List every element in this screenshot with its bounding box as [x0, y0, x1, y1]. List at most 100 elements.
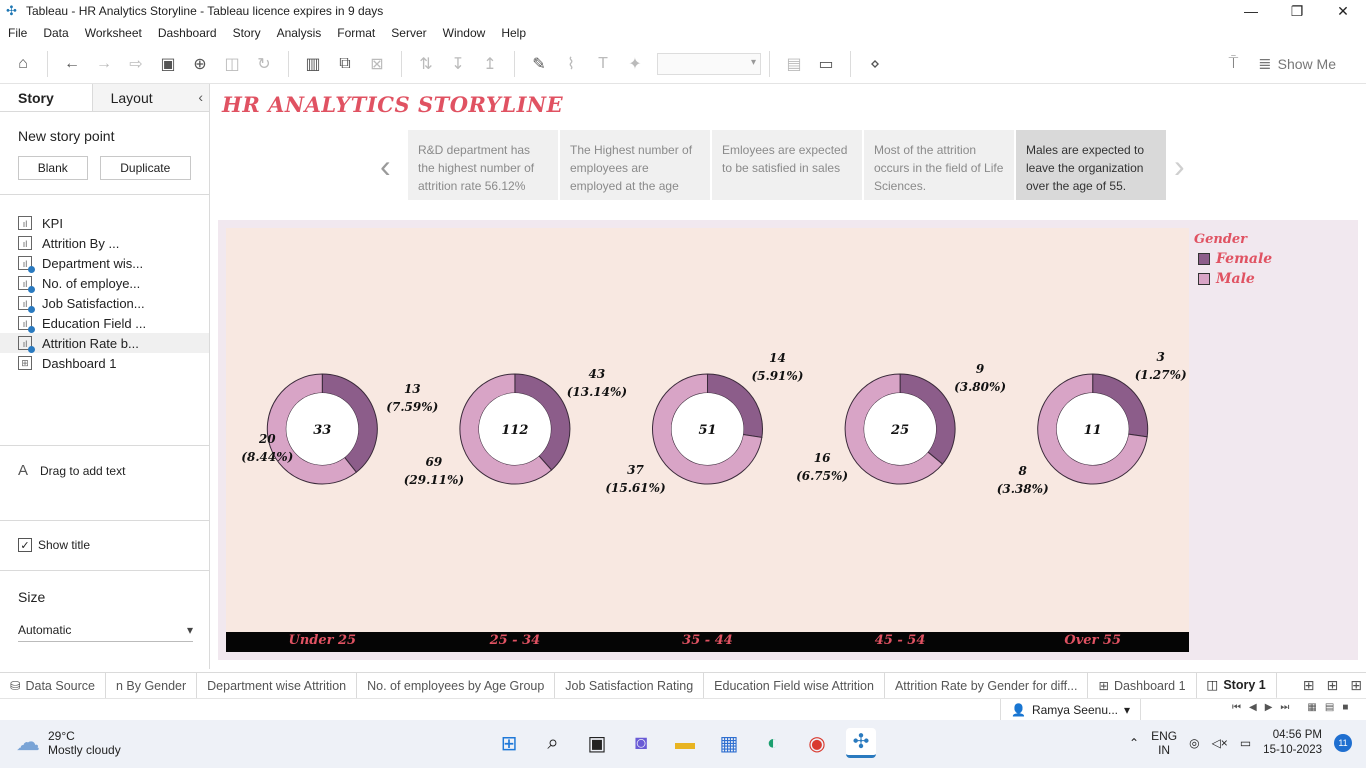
tab-job-satisfaction[interactable]: Job Satisfaction Rating — [555, 672, 705, 699]
battery-icon[interactable]: ▭ — [1240, 736, 1251, 750]
fit-icon[interactable]: ▤ — [781, 51, 807, 77]
list-item[interactable]: ıl Department wis... — [0, 253, 209, 273]
new-dashboard-icon[interactable]: ⊞ — [1327, 677, 1339, 694]
sort-asc-icon[interactable]: ↧ — [445, 51, 471, 77]
tableau-taskbar-icon[interactable]: ✣ — [846, 728, 876, 758]
list-view-icon[interactable]: ▤ — [1325, 702, 1334, 713]
next-sheet-icon[interactable]: ▶ — [1265, 702, 1273, 713]
menu-format[interactable]: Format — [329, 26, 383, 40]
list-item[interactable]: ıl Job Satisfaction... — [0, 293, 209, 313]
tab-department-wise-attrition[interactable]: Department wise Attrition — [197, 672, 358, 699]
windows-start-icon[interactable]: ⊞ — [494, 728, 524, 758]
next-story-point-icon[interactable]: › — [1174, 148, 1185, 185]
home-icon[interactable]: ⌂ — [10, 51, 36, 77]
list-item[interactable]: ıl KPI — [0, 213, 209, 233]
story-point-caption[interactable]: The Highest number of employees are empl… — [560, 130, 710, 200]
language-region[interactable]: IN — [1151, 743, 1177, 757]
chart-plot-area[interactable] — [226, 228, 1189, 632]
add-datasource-icon[interactable]: ⊕ — [187, 51, 213, 77]
filmstrip-view-icon[interactable]: ■ — [1342, 702, 1348, 713]
swap-icon[interactable]: ⇨ — [123, 51, 149, 77]
story-point-caption-selected[interactable]: Males are expected to leave the organiza… — [1016, 130, 1166, 200]
drag-text-item[interactable]: A Drag to add text — [18, 462, 125, 479]
size-dropdown[interactable]: Automatic — [18, 620, 193, 642]
network-icon[interactable]: ◎ — [1189, 736, 1199, 750]
legend-item-male[interactable]: Male — [1198, 271, 1272, 287]
show-title-checkbox[interactable]: ✓ Show title — [18, 538, 90, 552]
highlight-icon[interactable]: ✎ — [526, 51, 552, 77]
store-icon[interactable]: ▦ — [714, 728, 744, 758]
first-sheet-icon[interactable]: ⏮ — [1232, 702, 1241, 713]
prev-sheet-icon[interactable]: ◀ — [1249, 702, 1257, 713]
new-sheet-icon[interactable]: ▥ — [300, 51, 326, 77]
story-point-caption[interactable]: Most of the attrition occurs in the fiel… — [864, 130, 1014, 200]
task-view-icon[interactable]: ▣ — [582, 728, 612, 758]
notification-badge[interactable]: 11 — [1334, 734, 1352, 752]
tab-layout[interactable]: Layout ‹ — [91, 84, 209, 111]
list-item[interactable]: ıl No. of employe... — [0, 273, 209, 293]
pin-icon[interactable]: ✦ — [622, 51, 648, 77]
chat-icon[interactable]: ◙ — [626, 728, 656, 758]
grid-view-icon[interactable]: ▦ — [1307, 702, 1316, 713]
tab-education-field[interactable]: Education Field wise Attrition — [704, 672, 885, 699]
tab-attrition-by-gender[interactable]: n By Gender — [106, 672, 198, 699]
user-menu[interactable]: 👤 Ramya Seenu... ▾ — [1000, 699, 1142, 721]
story-point-caption[interactable]: R&D department has the highest number of… — [408, 130, 558, 200]
menu-analysis[interactable]: Analysis — [269, 26, 330, 40]
tab-attrition-rate-gender[interactable]: Attrition Rate by Gender for diff... — [885, 672, 1089, 699]
last-sheet-icon[interactable]: ⏭ — [1280, 702, 1289, 713]
list-item[interactable]: ıl Attrition Rate b... — [0, 333, 209, 353]
chevron-up-icon[interactable]: ⌃ — [1129, 736, 1139, 750]
show-me-button[interactable]: ⍑ ≣ Show Me — [1229, 54, 1336, 74]
restore-button[interactable]: ❐ — [1274, 0, 1320, 22]
duplicate-button[interactable]: Duplicate — [99, 156, 191, 180]
menu-worksheet[interactable]: Worksheet — [77, 26, 150, 40]
chevron-left-icon[interactable]: ‹ — [198, 89, 203, 105]
new-worksheet-icon[interactable]: ⊞ — [1303, 677, 1315, 694]
attach-icon[interactable]: ⌇ — [558, 51, 584, 77]
menu-server[interactable]: Server — [383, 26, 434, 40]
share-icon[interactable]: ⋄ — [862, 51, 888, 77]
menu-dashboard[interactable]: Dashboard — [150, 26, 225, 40]
legend-item-female[interactable]: Female — [1198, 251, 1272, 267]
duplicate-icon[interactable]: ⧉ — [332, 51, 358, 77]
menu-data[interactable]: Data — [35, 26, 76, 40]
menu-help[interactable]: Help — [493, 26, 534, 40]
save-icon[interactable]: ▣ — [155, 51, 181, 77]
menu-file[interactable]: File — [0, 26, 35, 40]
blank-button[interactable]: Blank — [18, 156, 88, 180]
prev-story-point-icon[interactable]: ‹ — [380, 148, 391, 185]
minimize-button[interactable]: — — [1228, 0, 1274, 22]
edge-icon[interactable]: ◐ — [758, 728, 788, 758]
tab-employees-by-age[interactable]: No. of employees by Age Group — [357, 672, 556, 699]
refresh-icon[interactable]: ↻ — [251, 51, 277, 77]
volume-icon[interactable]: ◁× — [1212, 736, 1228, 750]
pause-icon[interactable]: ◫ — [219, 51, 245, 77]
fit-dropdown[interactable] — [657, 52, 761, 75]
list-item[interactable]: ıl Attrition By ... — [0, 233, 209, 253]
menu-story[interactable]: Story — [225, 26, 269, 40]
file-explorer-icon[interactable]: ▬ — [670, 728, 700, 758]
sort-desc-icon[interactable]: ↥ — [477, 51, 503, 77]
story-point-caption[interactable]: Emloyees are expected to be satisfied in… — [712, 130, 862, 200]
tab-story[interactable]: Story — [0, 84, 92, 111]
menu-window[interactable]: Window — [435, 26, 494, 40]
chrome-icon[interactable]: ◉ — [802, 728, 832, 758]
presentation-icon[interactable]: ▭ — [813, 51, 839, 77]
swap-rows-icon[interactable]: ⇅ — [413, 51, 439, 77]
weather-widget[interactable]: ☁ 29°C Mostly cloudy — [16, 728, 121, 757]
clear-icon[interactable]: ⊠ — [364, 51, 390, 77]
search-icon[interactable]: ⌕ — [538, 728, 568, 758]
clock[interactable]: 04:56 PM 15-10-2023 — [1263, 728, 1322, 758]
undo-icon[interactable]: ← — [59, 51, 85, 77]
new-story-icon[interactable]: ⊞ — [1350, 677, 1362, 694]
close-button[interactable]: ✕ — [1320, 0, 1366, 22]
list-item[interactable]: ıl Education Field ... — [0, 313, 209, 333]
tab-story-1[interactable]: ◫ Story 1 — [1196, 672, 1277, 699]
redo-icon[interactable]: → — [91, 51, 117, 77]
list-item[interactable]: ⊞ Dashboard 1 — [0, 353, 209, 373]
text-icon[interactable]: T — [590, 51, 616, 77]
tab-dashboard-1[interactable]: ⊞ Dashboard 1 — [1088, 672, 1197, 699]
checkmark-icon[interactable]: ✓ — [18, 538, 32, 552]
language-code[interactable]: ENG — [1151, 729, 1177, 743]
